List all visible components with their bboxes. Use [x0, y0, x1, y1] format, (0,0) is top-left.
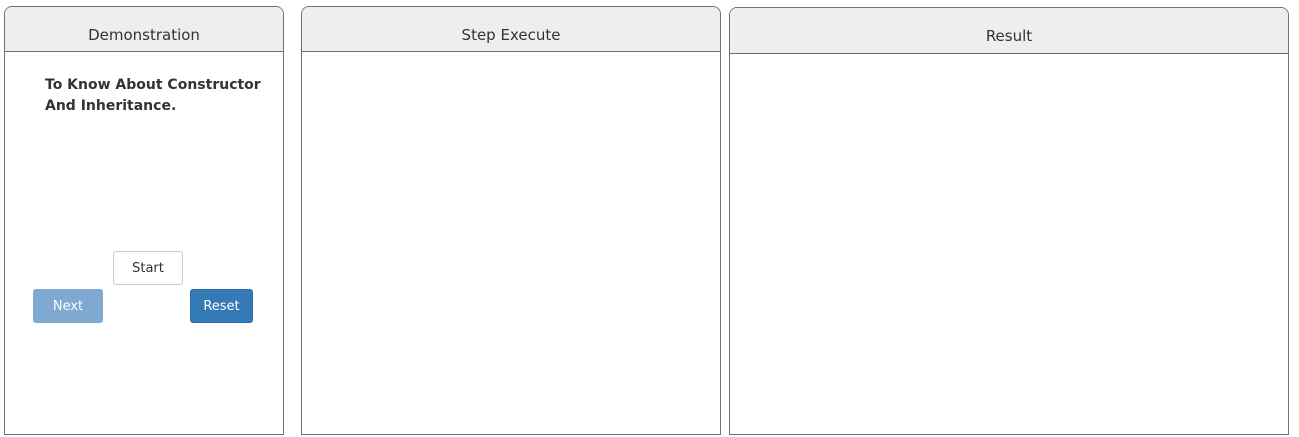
demonstration-title: To Know About Constructor And Inheritanc… [45, 77, 261, 114]
start-button[interactable]: Start [113, 251, 183, 285]
reset-button[interactable]: Reset [190, 289, 253, 323]
step-execute-header: Step Execute [302, 7, 720, 52]
next-button[interactable]: Next [33, 289, 103, 323]
demonstration-panel: Demonstration To Know About Constructor … [4, 6, 284, 435]
result-panel: Result [729, 7, 1289, 435]
demonstration-header: Demonstration [5, 7, 283, 52]
result-header: Result [730, 8, 1288, 54]
step-execute-panel: Step Execute [301, 6, 721, 435]
step-execute-body [302, 52, 720, 434]
result-body [730, 54, 1288, 434]
